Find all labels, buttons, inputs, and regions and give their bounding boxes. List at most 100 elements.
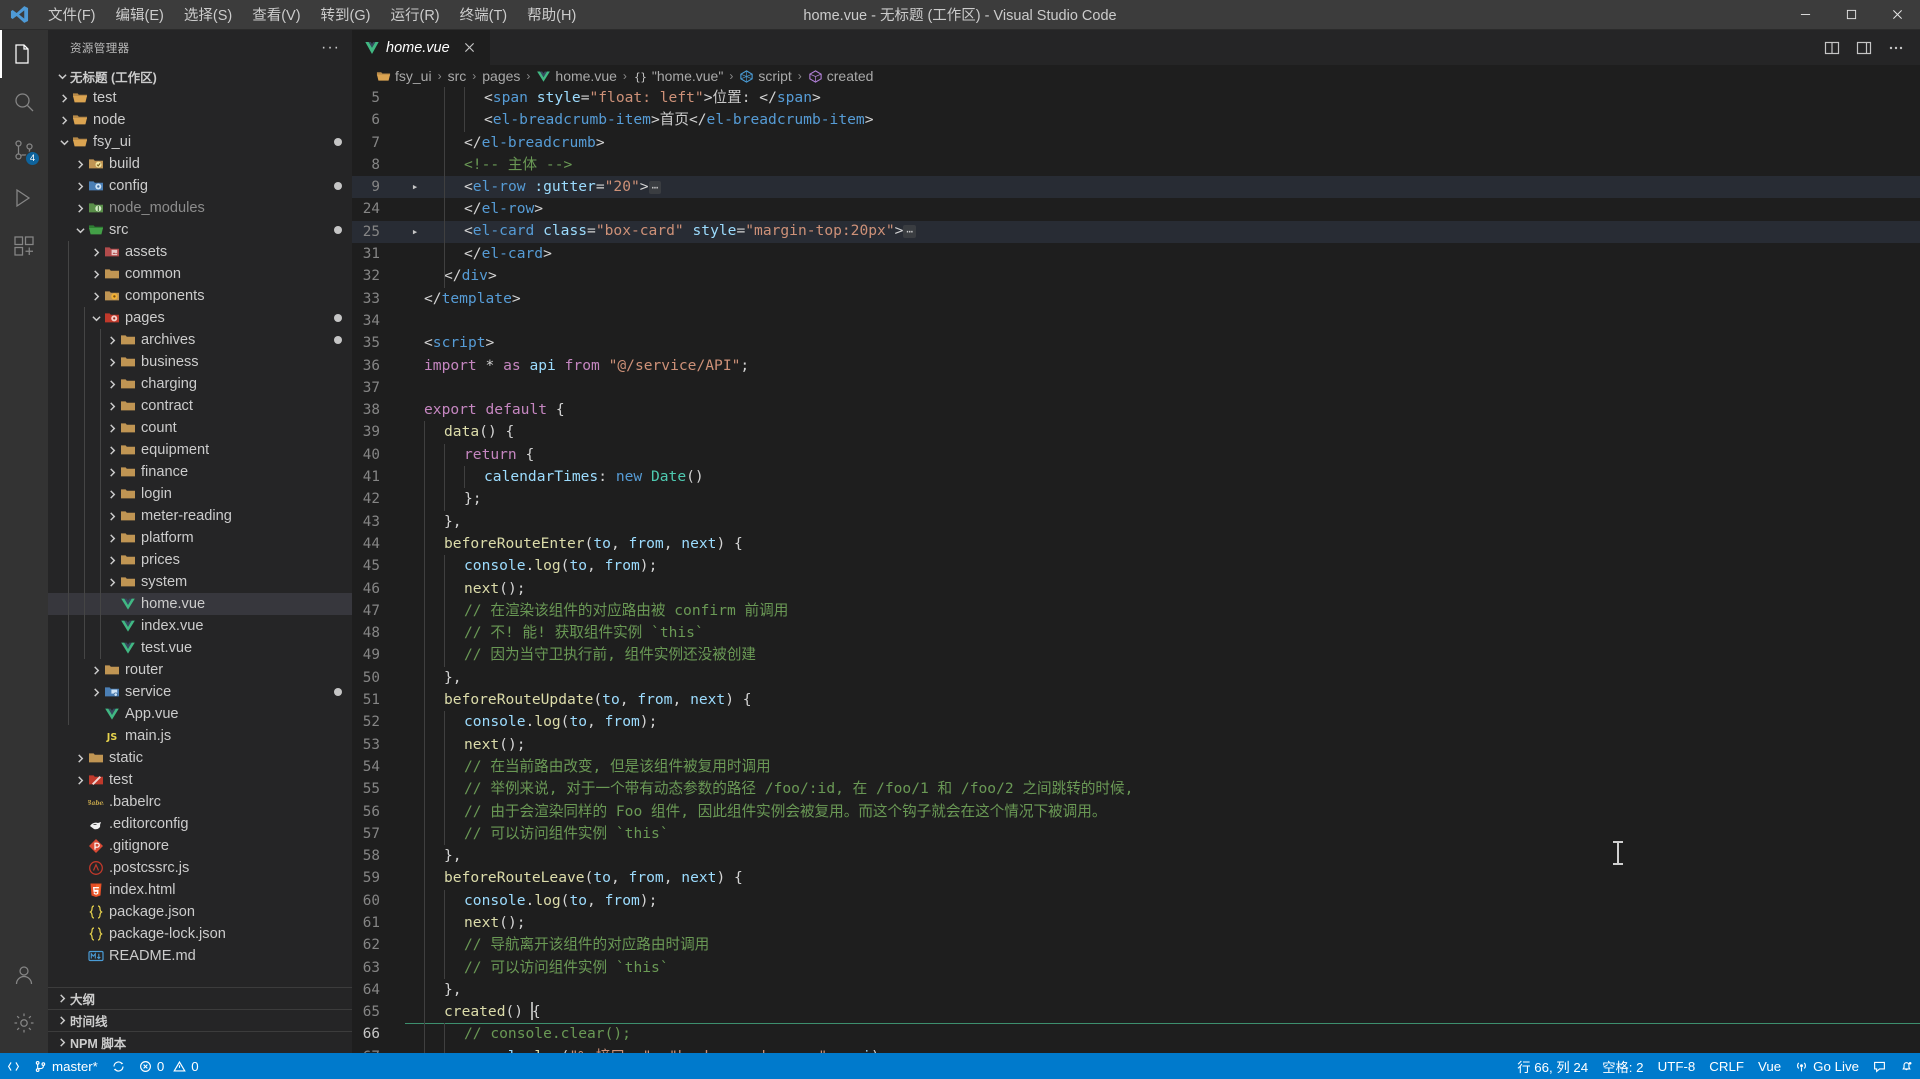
code-line-67[interactable]: 67 console.log("%c接口: ", "background:gree… — [352, 1045, 1920, 1053]
menu-edit[interactable]: 编辑(E) — [106, 0, 174, 29]
code-line-64[interactable]: 64}, — [352, 978, 1920, 1002]
minimize-button[interactable] — [1782, 0, 1828, 29]
tree-folder-meter-reading[interactable]: meter-reading — [48, 505, 352, 527]
tree-file-.postcssrc.js[interactable]: .postcssrc.js — [48, 857, 352, 879]
tree-file-App.vue[interactable]: App.vue — [48, 703, 352, 725]
code-editor[interactable]: 5 <span style="float: left">位置: </span> 6 <… — [352, 87, 1920, 1053]
code-line-46[interactable]: 46 next(); — [352, 577, 1920, 600]
code-line-50[interactable]: 50}, — [352, 666, 1920, 690]
tree-folder-login[interactable]: login — [48, 483, 352, 505]
activity-source-control[interactable]: 4 — [0, 126, 48, 174]
status-branch[interactable]: master* — [27, 1053, 105, 1079]
code-line-33[interactable]: 33 </template> — [352, 288, 1920, 310]
breadcrumb-item-2[interactable]: pages — [482, 68, 520, 84]
tree-folder-build[interactable]: build — [48, 153, 352, 175]
status-eol[interactable]: CRLF — [1702, 1053, 1751, 1079]
breadcrumb-item-6[interactable]: created — [808, 68, 873, 84]
tree-folder-archives[interactable]: archives — [48, 329, 352, 351]
tree-folder-test[interactable]: test — [48, 87, 352, 109]
tree-file-README.md[interactable]: README.md — [48, 945, 352, 967]
code-line-9[interactable]: 9 ▸ <el-row :gutter="20"> ⋯ — [352, 175, 1920, 199]
code-line-62[interactable]: 62 // 导航离开该组件的对应路由时调用 — [352, 934, 1920, 957]
code-line-34[interactable]: 34 — [352, 310, 1920, 332]
menu-view[interactable]: 查看(V) — [242, 0, 310, 29]
breadcrumb-item-1[interactable]: src — [448, 68, 467, 84]
code-line-7[interactable]: 7 </el-breadcrumb> — [352, 131, 1920, 154]
tree-folder-assets[interactable]: assets — [48, 241, 352, 263]
breadcrumb-item-5[interactable]: script — [739, 68, 792, 84]
status-sync[interactable] — [105, 1053, 132, 1079]
tree-file-package.json[interactable]: package.json — [48, 901, 352, 923]
tree-folder-finance[interactable]: finance — [48, 461, 352, 483]
tree-folder-fsy_ui[interactable]: fsy_ui — [48, 131, 352, 153]
code-line-45[interactable]: 45 console.log(to, from); — [352, 555, 1920, 578]
menu-selection[interactable]: 选择(S) — [174, 0, 242, 29]
code-line-47[interactable]: 47 // 在渲染该组件的对应路由被 confirm 前调用 — [352, 599, 1920, 623]
code-line-60[interactable]: 60 console.log(to, from); — [352, 889, 1920, 912]
code-line-6[interactable]: 6 <el-breadcrumb-item>首页</el-breadcrumb-i… — [352, 109, 1920, 132]
more-actions-icon[interactable] — [1882, 34, 1910, 62]
code-line-41[interactable]: 41 calendarTimes: new Date() — [352, 466, 1920, 489]
code-line-49[interactable]: 49 // 因为当守卫执行前, 组件实例还没被创建 — [352, 644, 1920, 667]
menu-go[interactable]: 转到(G) — [311, 0, 381, 29]
tree-file-.babelrc[interactable]: Babel .babelrc — [48, 791, 352, 813]
close-button[interactable] — [1874, 0, 1920, 29]
code-line-5[interactable]: 5 <span style="float: left">位置: </span> — [352, 87, 1920, 110]
maximize-button[interactable] — [1828, 0, 1874, 29]
menu-file[interactable]: 文件(F) — [38, 0, 106, 29]
code-line-40[interactable]: 40 return { — [352, 443, 1920, 467]
status-remote[interactable] — [0, 1053, 27, 1079]
tree-folder-common[interactable]: common — [48, 263, 352, 285]
tree-folder-count[interactable]: count — [48, 417, 352, 439]
tree-file-index.html[interactable]: index.html — [48, 879, 352, 901]
sidebar-more-icon[interactable]: ··· — [321, 39, 340, 55]
status-go-live[interactable]: Go Live — [1788, 1053, 1866, 1079]
code-line-44[interactable]: 44 beforeRouteEnter(to, from, next) { — [352, 532, 1920, 556]
tree-folder-business[interactable]: business — [48, 351, 352, 373]
activity-run-debug[interactable] — [0, 174, 48, 222]
tree-folder-router[interactable]: router — [48, 659, 352, 681]
layout-icon[interactable] — [1850, 34, 1878, 62]
menu-bar[interactable]: 文件(F) 编辑(E) 选择(S) 查看(V) 转到(G) 运行(R) 终端(T… — [38, 0, 586, 29]
code-line-48[interactable]: 48 // 不! 能! 获取组件实例 `this` — [352, 622, 1920, 645]
status-language-mode[interactable]: Vue — [1751, 1053, 1788, 1079]
status-feedback[interactable] — [1866, 1053, 1893, 1079]
breadcrumb-item-3[interactable]: home.vue — [536, 68, 617, 84]
tree-folder-prices[interactable]: prices — [48, 549, 352, 571]
workspace-section-header[interactable]: 无标题 (工作区) — [48, 65, 352, 87]
code-line-56[interactable]: 56 // 由于会渲染同样的 Foo 组件, 因此组件实例会被复用。而这个钩子就会… — [352, 800, 1920, 823]
code-line-39[interactable]: 39 data() { — [352, 421, 1920, 444]
activity-explorer[interactable] — [0, 30, 48, 78]
code-line-38[interactable]: 38 export default { — [352, 399, 1920, 421]
activity-accounts[interactable] — [0, 951, 48, 999]
window-controls[interactable] — [1782, 0, 1920, 29]
activity-settings[interactable] — [0, 999, 48, 1047]
code-line-58[interactable]: 58}, — [352, 845, 1920, 868]
section-outline[interactable]: 大纲 — [48, 987, 352, 1009]
tree-folder-node_modules[interactable]: node_modules — [48, 197, 352, 219]
breadcrumb-item-0[interactable]: fsy_ui — [376, 68, 432, 84]
code-line-42[interactable]: 42}; — [352, 488, 1920, 511]
section-npm-scripts[interactable]: NPM 脚本 — [48, 1031, 352, 1053]
breadcrumb-item-4[interactable]: {} "home.vue" — [633, 68, 723, 84]
code-line-57[interactable]: 57 // 可以访问组件实例 `this` — [352, 822, 1920, 846]
split-editor-right-icon[interactable] — [1818, 34, 1846, 62]
tree-folder-components[interactable]: components — [48, 285, 352, 307]
tree-file-home.vue[interactable]: home.vue — [48, 593, 352, 615]
tree-file-test.vue[interactable]: test.vue — [48, 637, 352, 659]
code-line-65[interactable]: 65 created() { — [352, 1001, 1920, 1024]
code-line-55[interactable]: 55 // 举例来说, 对于一个带有动态参数的路径 /foo/:id, 在 /fo… — [352, 778, 1920, 801]
menu-help[interactable]: 帮助(H) — [517, 0, 586, 29]
tree-file-package-lock.json[interactable]: package-lock.json — [48, 923, 352, 945]
code-line-52[interactable]: 52 console.log(to, from); — [352, 711, 1920, 734]
tree-file-main.js[interactable]: JS main.js — [48, 725, 352, 747]
activity-extensions[interactable] — [0, 222, 48, 270]
code-line-61[interactable]: 61 next(); — [352, 911, 1920, 935]
code-line-54[interactable]: 54 // 在当前路由改变, 但是该组件被复用时调用 — [352, 755, 1920, 779]
tree-folder-contract[interactable]: contract — [48, 395, 352, 417]
code-line-25[interactable]: 25 ▸ <el-card class="box-card" style="marg… — [352, 220, 1920, 244]
code-line-35[interactable]: 35 <script> — [352, 332, 1920, 354]
code-line-36[interactable]: 36 import * as api from "@/service/API"; — [352, 355, 1920, 377]
code-line-51[interactable]: 51 beforeRouteUpdate(to, from, next) { — [352, 689, 1920, 712]
tree-folder-service[interactable]: service — [48, 681, 352, 703]
